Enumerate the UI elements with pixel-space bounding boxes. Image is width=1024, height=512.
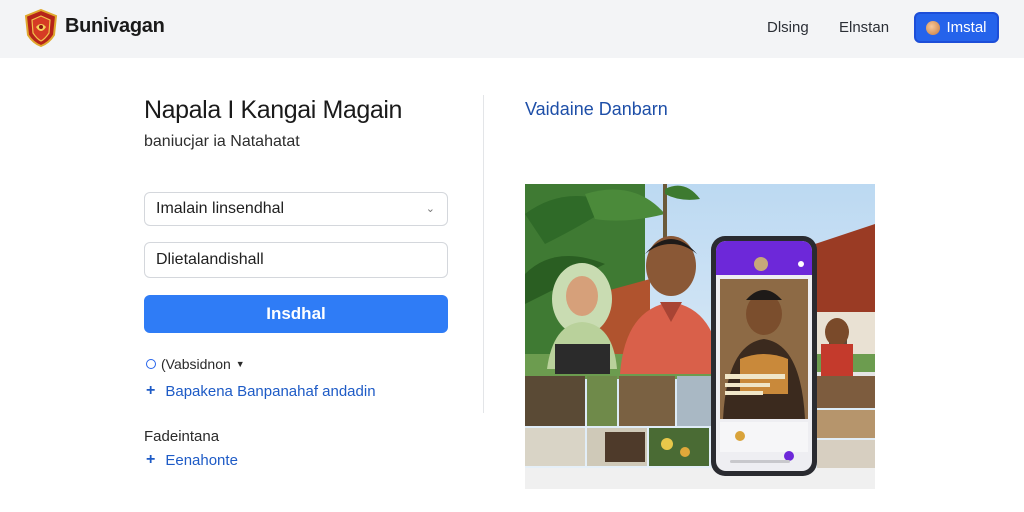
caret-down-icon: ▼ (235, 359, 245, 369)
section-label: Fadeintana (144, 428, 220, 445)
header-install-label: Imstal (946, 19, 987, 36)
link-2-label: Eenahonte (165, 451, 238, 469)
page-title: Napala I Kangai Magain (144, 96, 403, 124)
brand-name[interactable]: Bunivagan (65, 15, 165, 38)
column-divider (483, 95, 484, 413)
primary-install-button[interactable]: Insdhal (144, 295, 448, 333)
avatar-icon (926, 20, 941, 35)
page-subtitle: baniucjar ia Natahatat (144, 133, 300, 150)
chevron-down-icon: ⌄ (425, 203, 435, 215)
radio-icon (146, 359, 156, 369)
plus-icon: + (146, 451, 156, 468)
nav-link-1[interactable]: Dlsing (767, 19, 809, 36)
option-dropdown-label: (Vabsidnon (161, 356, 231, 372)
hero-image (525, 184, 875, 489)
header-install-button[interactable]: Imstal (914, 12, 999, 43)
link-1[interactable]: + Bapakena Banpanahaf andadin (146, 382, 376, 400)
option-select-value: Imalain linsendhal (156, 200, 285, 217)
option-select[interactable]: Imalain linsendhal ⌄ (144, 192, 448, 226)
right-title[interactable]: Vaidaine Danbarn (525, 99, 668, 120)
link-2[interactable]: + Eenahonte (146, 451, 238, 469)
plus-icon: + (146, 382, 156, 399)
text-input[interactable]: Dlietalandishall (144, 242, 448, 278)
phone-mockup-icon (711, 236, 817, 476)
nav-link-2[interactable]: Elnstan (839, 19, 889, 36)
top-header: Bunivagan Dlsing Elnstan Imstal (0, 0, 1024, 58)
link-1-label: Bapakena Banpanahaf andadin (165, 382, 376, 400)
hero-illustration (525, 184, 875, 489)
crest-logo-icon[interactable] (24, 9, 58, 47)
text-input-value: Dlietalandishall (156, 251, 264, 268)
option-dropdown[interactable]: (Vabsidnon ▼ (146, 356, 245, 372)
